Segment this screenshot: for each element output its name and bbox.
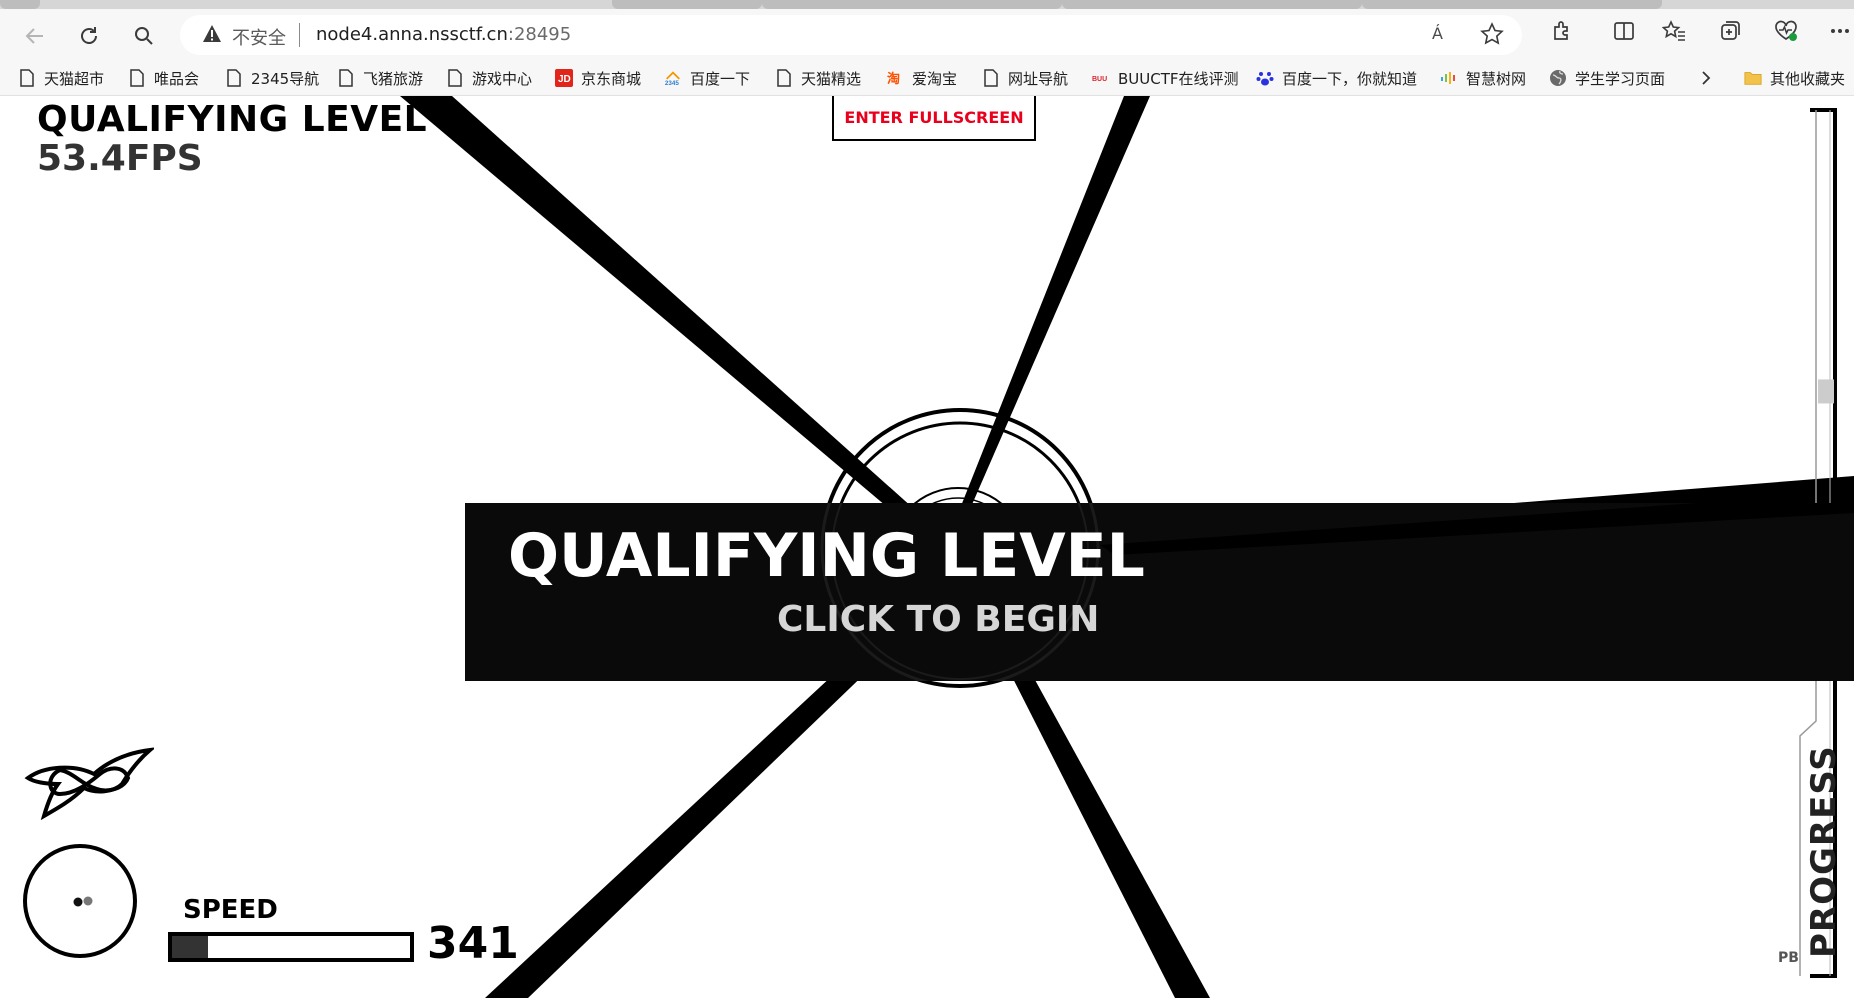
baidu-paw-icon — [1256, 68, 1274, 88]
bookmark-item[interactable]: JD 京东商城 — [555, 67, 641, 89]
bookmark-label: 天猫精选 — [801, 69, 862, 88]
jd-icon: JD — [555, 68, 573, 88]
bookmark-item[interactable]: 网址导航 — [982, 67, 1068, 89]
bookmark-label: 游戏中心 — [472, 69, 533, 88]
url-text[interactable]: node4.anna.nssctf.cn:28495 — [316, 24, 571, 45]
game-canvas[interactable]: QUALIFYING LEVEL 53.4FPS ENTER FULLSCREE… — [0, 96, 1854, 998]
speed-value: 341 — [427, 918, 519, 969]
banner-title: QUALIFYING LEVEL — [508, 521, 1145, 591]
page-icon — [446, 68, 464, 88]
bookmark-label: 百度一下 — [690, 69, 751, 88]
bookmark-item[interactable]: 飞猪旅游 — [337, 67, 423, 89]
bookmark-item[interactable]: 2345导航 — [225, 67, 319, 89]
svg-text:JD: JD — [558, 74, 571, 85]
bookmark-label: 智慧树网 — [1466, 69, 1527, 88]
bookmark-label: BUUCTF在线评测 — [1118, 69, 1239, 88]
bookmark-label: 飞猪旅游 — [363, 69, 424, 88]
level-title: QUALIFYING LEVEL — [37, 99, 428, 140]
bookmarks-bar: 天猫超市 唯品会 2345导航 飞猪旅游 游戏中心 JD 京东商城 2345 百度一… — [0, 61, 1854, 96]
radar-icon — [23, 844, 137, 958]
spoke — [1100, 503, 1854, 555]
star-icon[interactable] — [1480, 22, 1504, 50]
collections-icon[interactable] — [1716, 17, 1744, 45]
bookmark-item[interactable]: 唯品会 — [128, 67, 199, 89]
speed-bar — [168, 932, 414, 962]
enter-fullscreen-button[interactable]: ENTER FULLSCREEN — [832, 96, 1036, 141]
bookmark-item[interactable]: 智慧树网 — [1440, 67, 1526, 89]
favorites-icon[interactable] — [1660, 17, 1688, 45]
tab[interactable] — [612, 0, 762, 9]
bookmark-item[interactable]: 淘爱淘宝 — [886, 67, 957, 89]
svg-text:2345: 2345 — [665, 80, 680, 87]
read-aloud-icon[interactable]: Á — [1432, 24, 1443, 43]
bookmark-label: 京东商城 — [581, 69, 642, 88]
progress-label: PROGRESS — [1804, 745, 1844, 958]
svg-text:淘: 淘 — [887, 71, 900, 87]
speed-bar-fill — [172, 936, 208, 958]
other-bookmarks[interactable]: 其他收藏夹 — [1744, 67, 1845, 89]
tab[interactable] — [1362, 0, 1662, 9]
tab-strip — [0, 0, 1854, 9]
security-label[interactable]: 不安全 — [232, 24, 286, 50]
pb-label: PB — [1778, 950, 1799, 966]
url-port: :28495 — [507, 24, 572, 45]
browser-essentials-icon[interactable] — [1772, 17, 1800, 45]
tab[interactable] — [762, 0, 1062, 9]
tab[interactable] — [1062, 0, 1362, 9]
reload-icon[interactable] — [74, 21, 104, 51]
split-screen-icon[interactable] — [1610, 17, 1638, 45]
bookmark-item[interactable]: BUU BUUCTF在线评测 — [1092, 67, 1239, 89]
page-icon — [337, 68, 355, 88]
bookmark-label: 网址导航 — [1008, 69, 1069, 88]
more-icon[interactable] — [1826, 17, 1854, 45]
puzzle-icon[interactable] — [1548, 17, 1576, 45]
address-divider — [299, 23, 300, 47]
bookmark-label: 天猫超市 — [44, 69, 105, 88]
chevron-right-icon[interactable] — [1700, 67, 1712, 89]
spoke — [400, 96, 960, 560]
bookmark-label: 百度一下，你就知道 — [1282, 69, 1418, 88]
browser-toolbar: 不安全 node4.anna.nssctf.cn:28495 Á — [0, 9, 1854, 61]
address-bar[interactable]: 不安全 node4.anna.nssctf.cn:28495 Á — [180, 15, 1522, 55]
warning-icon[interactable] — [202, 24, 222, 48]
bookmark-label: 唯品会 — [154, 69, 200, 88]
ship-icon — [24, 747, 154, 820]
globe-icon — [1549, 68, 1567, 88]
click-to-begin-label[interactable]: CLICK TO BEGIN — [777, 599, 1099, 640]
bookmark-item[interactable]: 天猫精选 — [775, 67, 861, 89]
spoke — [957, 96, 1150, 516]
2345-icon: 2345 — [664, 68, 682, 88]
taobao-icon: 淘 — [886, 68, 904, 88]
search-icon[interactable] — [129, 21, 159, 51]
page-icon — [982, 68, 1000, 88]
level-banner[interactable]: QUALIFYING LEVEL CLICK TO BEGIN — [465, 503, 1854, 681]
bookmark-label: 学生学习页面 — [1575, 69, 1666, 88]
bookmark-item[interactable]: 学生学习页面 — [1549, 67, 1665, 89]
bookmark-item[interactable]: 天猫超市 — [18, 67, 104, 89]
fps-counter: 53.4FPS — [37, 138, 203, 179]
bookmark-label: 2345导航 — [251, 69, 320, 88]
buuctf-icon: BUU — [1092, 68, 1110, 88]
progress-marker — [1818, 379, 1834, 404]
svg-text:BUU: BUU — [1092, 76, 1107, 83]
bookmark-label: 其他收藏夹 — [1770, 69, 1846, 88]
page-icon — [18, 68, 36, 88]
page-icon — [775, 68, 793, 88]
page-icon — [225, 68, 243, 88]
url-host: node4.anna.nssctf.cn — [316, 24, 508, 45]
bookmark-label: 爱淘宝 — [912, 69, 958, 88]
page-icon — [128, 68, 146, 88]
tab[interactable] — [0, 0, 40, 9]
back-arrow-icon[interactable] — [20, 21, 50, 51]
bookmark-item[interactable]: 游戏中心 — [446, 67, 532, 89]
bookmark-item[interactable]: 百度一下，你就知道 — [1256, 67, 1417, 89]
folder-icon — [1744, 68, 1762, 88]
bookmark-item[interactable]: 2345 百度一下 — [664, 67, 750, 89]
speed-label: SPEED — [183, 895, 278, 925]
zhihuishu-icon — [1440, 68, 1458, 88]
